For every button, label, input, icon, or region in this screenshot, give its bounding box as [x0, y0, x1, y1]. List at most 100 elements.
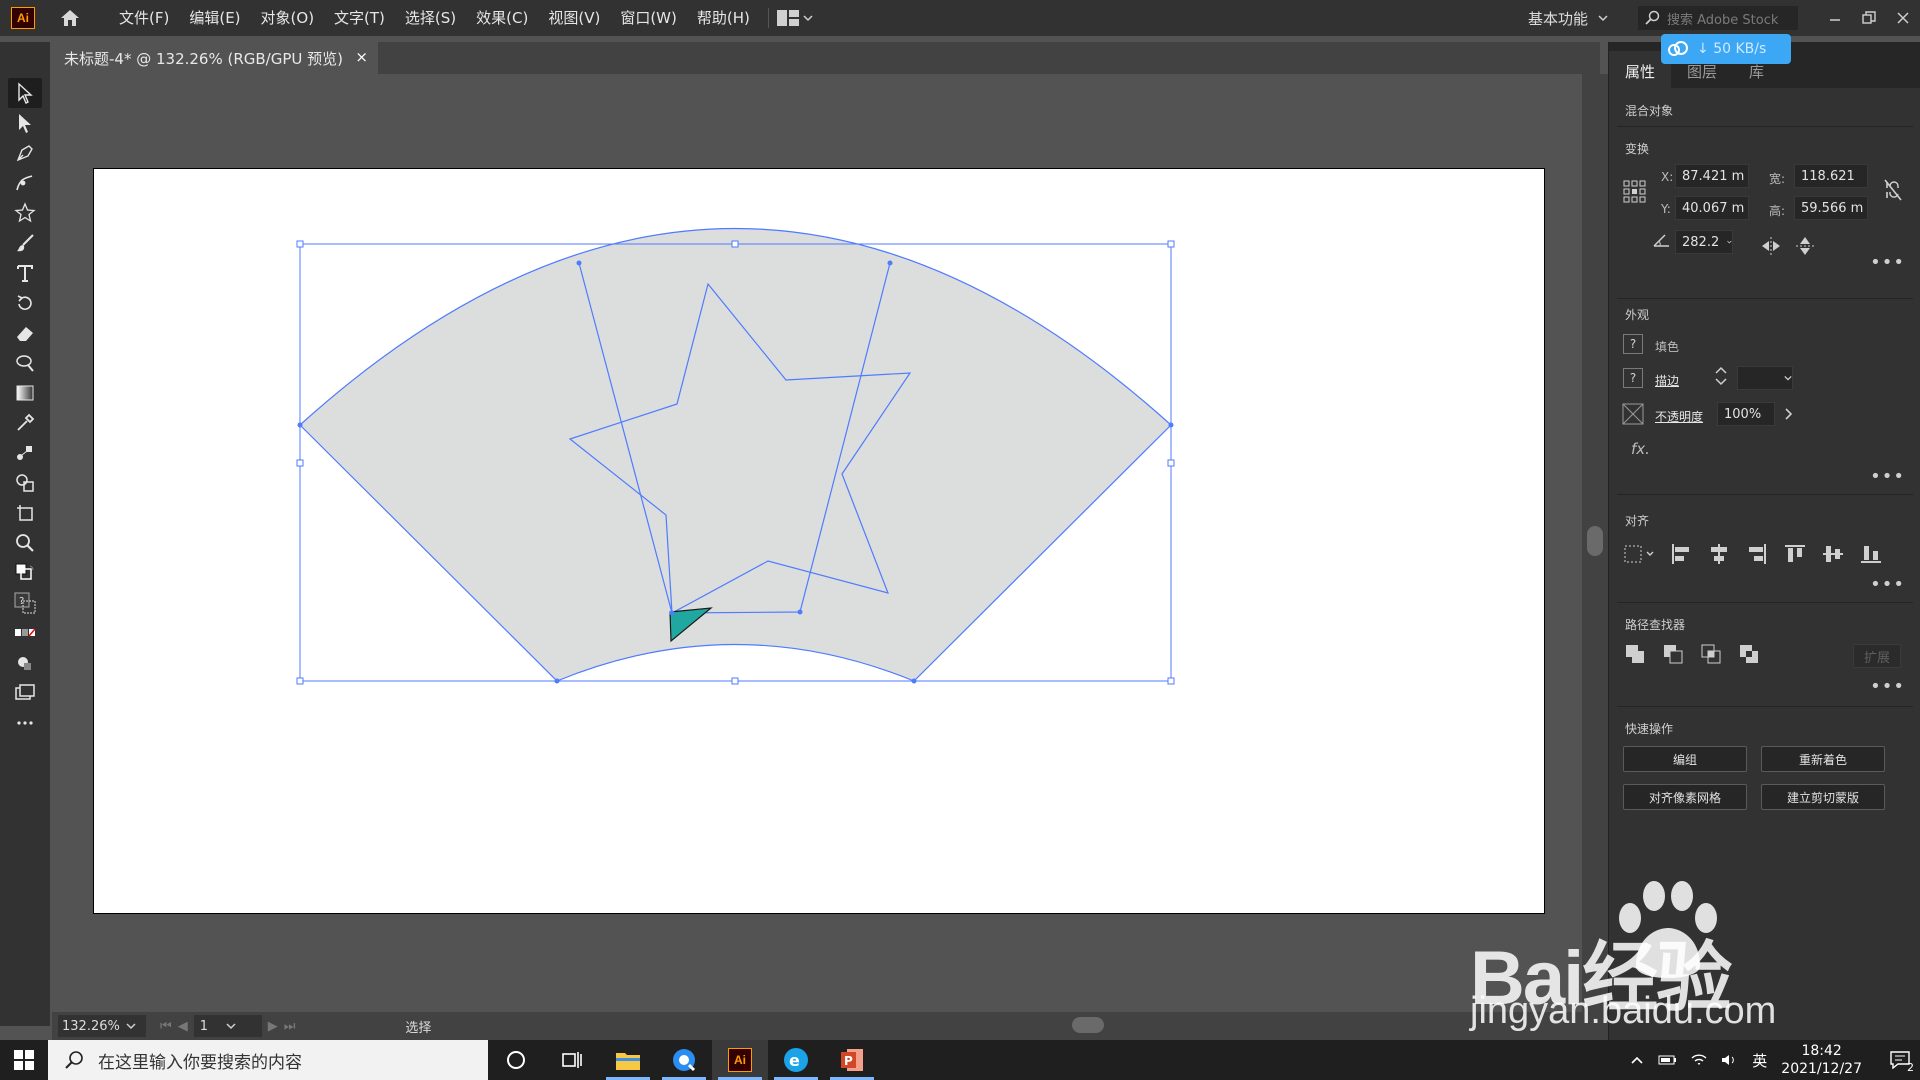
vertical-scrollbar[interactable] [1582, 74, 1608, 1012]
close-window-button[interactable] [1886, 3, 1920, 33]
flip-horizontal-icon[interactable] [1759, 234, 1783, 258]
eyedropper-tool[interactable] [8, 408, 42, 438]
pathfinder-expand-button[interactable]: 扩展 [1853, 644, 1901, 668]
document-tab[interactable]: 未标题-4* @ 132.26% (RGB/GPU 预览) × [52, 42, 378, 74]
constrain-proportions-icon[interactable] [1881, 178, 1905, 202]
close-document-button[interactable]: × [355, 48, 368, 66]
effects-fx-button[interactable]: fx. [1631, 440, 1650, 458]
vertical-scroll-thumb[interactable] [1587, 526, 1603, 556]
stroke-weight-stepper-icon[interactable] [1709, 364, 1733, 388]
flip-vertical-icon[interactable] [1793, 234, 1817, 258]
drawing-mode-button[interactable] [8, 648, 42, 678]
paintbrush-tool[interactable] [8, 228, 42, 258]
workspace-switcher[interactable]: 基本功能 [1528, 8, 1608, 29]
clock[interactable]: 18:42 2021/12/27 [1781, 1042, 1862, 1078]
free-transform-tool[interactable] [8, 348, 42, 378]
task-view-button[interactable] [544, 1040, 600, 1080]
pathfinder-exclude-icon[interactable] [1737, 642, 1761, 666]
edit-toolbar-button[interactable] [8, 708, 42, 738]
menu-object[interactable]: 对象(O) [251, 0, 325, 36]
menu-view[interactable]: 视图(V) [538, 0, 610, 36]
eraser-tool[interactable] [8, 318, 42, 348]
fill-stroke-swap[interactable] [8, 558, 42, 588]
transform-more-options[interactable]: ••• [1870, 252, 1905, 273]
cortana-button[interactable] [488, 1040, 544, 1080]
zoom-level-select[interactable]: 132.26% [58, 1015, 146, 1037]
align-left-icon[interactable] [1669, 542, 1693, 566]
volume-icon[interactable] [1720, 1053, 1738, 1067]
menu-help[interactable]: 帮助(H) [687, 0, 760, 36]
file-explorer-taskbar[interactable] [600, 1040, 656, 1080]
color-mode-buttons[interactable] [8, 618, 42, 648]
wifi-icon[interactable] [1690, 1053, 1708, 1067]
menu-window[interactable]: 窗口(W) [610, 0, 687, 36]
selection-tool[interactable] [8, 78, 42, 108]
tab-layers[interactable]: 图层 [1671, 61, 1733, 88]
arrange-documents-button[interactable] [776, 10, 813, 26]
prev-artboard-icon[interactable]: ◀ [178, 1019, 188, 1034]
align-pixel-grid-button[interactable]: 对齐像素网格 [1623, 784, 1747, 810]
illustrator-taskbar[interactable]: Ai [712, 1040, 768, 1080]
x-field[interactable]: 87.421 m [1675, 164, 1749, 188]
pathfinder-more-options[interactable]: ••• [1870, 676, 1905, 697]
align-right-icon[interactable] [1745, 542, 1769, 566]
opacity-field[interactable]: 100% [1717, 402, 1775, 426]
screen-mode-button[interactable] [8, 678, 42, 708]
fan-shape[interactable] [299, 228, 1172, 682]
horizontal-scroll-thumb[interactable] [1072, 1017, 1104, 1033]
taskbar-search-input[interactable]: 在这里输入你要搜索的内容 [48, 1040, 488, 1080]
browser-taskbar[interactable] [656, 1040, 712, 1080]
minimize-button[interactable] [1818, 3, 1852, 33]
type-tool[interactable] [8, 258, 42, 288]
align-top-icon[interactable] [1783, 542, 1807, 566]
canvas-area[interactable] [52, 74, 1582, 1012]
stroke-label[interactable]: 描边 [1655, 372, 1679, 389]
last-artboard-icon[interactable]: ⏭ [284, 1019, 296, 1034]
powerpoint-taskbar[interactable]: P [824, 1040, 880, 1080]
notification-center-button[interactable]: 2 [1880, 1040, 1920, 1080]
recolor-button[interactable]: 重新着色 [1761, 746, 1885, 772]
home-button[interactable] [55, 3, 85, 33]
restore-button[interactable] [1852, 3, 1886, 33]
height-field[interactable]: 59.566 m [1794, 196, 1868, 220]
reference-point-icon[interactable] [1623, 180, 1647, 204]
blend-tool[interactable] [8, 438, 42, 468]
align-horizontal-center-icon[interactable] [1707, 542, 1731, 566]
menu-edit[interactable]: 编辑(E) [179, 0, 250, 36]
align-more-options[interactable]: ••• [1870, 574, 1905, 595]
shape-builder-tool[interactable] [8, 468, 42, 498]
stroke-weight-field[interactable] [1737, 366, 1793, 390]
next-artboard-icon[interactable]: ▶ [268, 1019, 278, 1034]
artboard-number-select[interactable]: 1 [193, 1015, 262, 1037]
start-button[interactable] [0, 1040, 48, 1080]
artwork[interactable] [52, 74, 1582, 1012]
pathfinder-intersect-icon[interactable] [1699, 642, 1723, 666]
menu-select[interactable]: 选择(S) [395, 0, 466, 36]
current-tool-status[interactable]: 选择 [405, 1017, 431, 1036]
pathfinder-minus-front-icon[interactable] [1661, 642, 1685, 666]
menu-file[interactable]: 文件(F) [109, 0, 179, 36]
tab-libraries[interactable]: 库 [1733, 61, 1780, 88]
appearance-more-options[interactable]: ••• [1870, 466, 1905, 487]
align-bottom-icon[interactable] [1859, 542, 1883, 566]
stock-search-input[interactable]: 搜索 Adobe Stock [1638, 6, 1798, 30]
pen-tool[interactable] [8, 138, 42, 168]
first-artboard-icon[interactable]: ⏮ [160, 1019, 172, 1034]
make-clipping-mask-button[interactable]: 建立剪切蒙版 [1761, 784, 1885, 810]
rotate-angle-field[interactable]: 282.2 [1675, 230, 1733, 254]
menu-effect[interactable]: 效果(C) [466, 0, 538, 36]
menu-type[interactable]: 文字(T) [324, 0, 395, 36]
group-button[interactable]: 编组 [1623, 746, 1747, 772]
artboard-tool[interactable] [8, 498, 42, 528]
pathfinder-unite-icon[interactable] [1623, 642, 1647, 666]
battery-icon[interactable] [1658, 1054, 1678, 1066]
curvature-tool[interactable] [8, 168, 42, 198]
gradient-tool[interactable] [8, 378, 42, 408]
ie-browser-taskbar[interactable]: e [768, 1040, 824, 1080]
star-tool[interactable] [8, 198, 42, 228]
align-vertical-center-icon[interactable] [1821, 542, 1845, 566]
fill-stroke-indicator[interactable]: ? [8, 588, 42, 618]
fill-swatch[interactable]: ? [1623, 334, 1643, 354]
width-field[interactable]: 118.621 [1794, 164, 1868, 188]
ime-indicator[interactable]: 英 [1752, 1050, 1767, 1071]
